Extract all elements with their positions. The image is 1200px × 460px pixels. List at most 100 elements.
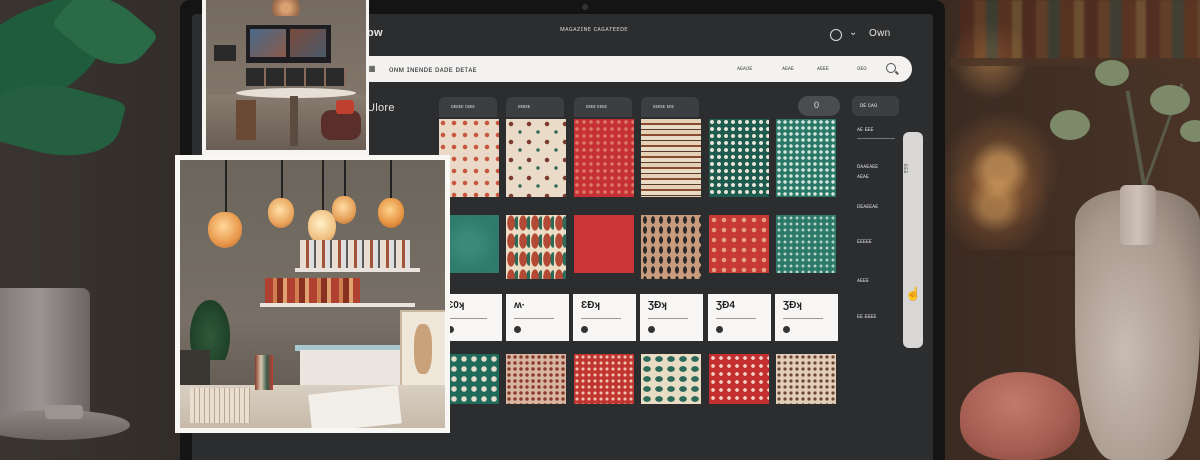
divider [514, 318, 554, 319]
category-tab-label: ᴇᴇᴇᴇ ᴇᴇᴇᴇ [586, 104, 607, 110]
price-card[interactable]: ƷĐʞ [775, 294, 838, 341]
price-card[interactable]: ƷĐʞ [640, 294, 703, 341]
sidebar-title: Ulore [367, 102, 395, 114]
scroll-label: ᴇᴇᴇ [902, 164, 908, 174]
category-tab[interactable]: ᴇᴇᴇᴇᴇ ᴇᴇᴇ [641, 97, 699, 117]
book-row [300, 240, 410, 270]
status-dot [514, 326, 521, 333]
binders [255, 355, 273, 390]
chair [236, 100, 256, 140]
pendant-lamp [268, 198, 294, 228]
search-icon[interactable] [886, 63, 896, 73]
nav-link[interactable]: ᴀᴇᴇᴇ [817, 66, 829, 72]
price-card[interactable]: ʍ· [506, 294, 569, 341]
branch-leaf [1150, 85, 1190, 115]
terracotta-cushion [960, 372, 1080, 460]
price-card[interactable]: ƐĐʞ [573, 294, 636, 341]
pendant-lamp [308, 210, 336, 244]
fabric-swatch[interactable] [709, 354, 769, 404]
filter-pill-label: 0 [814, 100, 820, 110]
fabric-swatch[interactable] [506, 354, 566, 404]
divider [716, 318, 756, 319]
fabric-swatch[interactable] [776, 354, 836, 404]
fabric-swatch[interactable] [574, 119, 634, 197]
screen-image [250, 29, 286, 57]
user-name[interactable]: Own [869, 28, 890, 39]
armchair [321, 110, 361, 140]
fabric-swatch[interactable] [641, 215, 701, 279]
user-icon[interactable] [830, 29, 842, 41]
picture-row [246, 68, 346, 86]
side-panel-item[interactable]: ᴅᴀᴀᴇᴀᴇᴇ [857, 164, 878, 170]
breadcrumb[interactable]: ᴍᴀɢᴀᴢɪɴᴇ ᴄᴀɢᴀᴛᴇᴇᴅᴇ [560, 26, 628, 33]
divider [447, 318, 487, 319]
side-panel-item[interactable]: ᴀᴇᴇᴇ [857, 278, 869, 284]
pendant-lamp [332, 196, 356, 224]
framed-art [400, 310, 445, 394]
wall-screen [246, 25, 331, 63]
lamp-cord [344, 160, 346, 198]
branch-leaf [1095, 60, 1129, 86]
price-card-title: ʍ· [514, 300, 526, 311]
dining-room-photo [206, 0, 366, 150]
nav-link[interactable]: ᴀᴇᴀᴏᴇ [737, 66, 752, 72]
wall-frame [214, 45, 236, 61]
art-figure [414, 324, 432, 374]
category-tab[interactable]: ᴇᴇᴇᴇ ᴇᴇᴇᴇ [574, 97, 632, 117]
cushion [336, 100, 354, 114]
divider [783, 318, 823, 319]
category-tab[interactable]: ᴅᴇᴇᴇᴇ ᴄᴇᴇᴇ [439, 97, 497, 117]
fabric-stack [190, 388, 250, 423]
nav-link[interactable]: ᴏᴇᴏ [857, 66, 867, 72]
fabric-swatch[interactable] [776, 215, 836, 273]
chevron-down-icon[interactable]: ⌄ [849, 27, 858, 38]
metal-hook [45, 405, 83, 419]
fabric-swatch[interactable] [641, 354, 701, 404]
status-dot [581, 326, 588, 333]
side-panel-button[interactable]: ᴅᴇ ᴄᴀᴏ [852, 96, 899, 116]
side-panel-item[interactable]: ᴅᴇᴀᴇᴇᴀᴇ [857, 204, 878, 210]
divider [581, 318, 621, 319]
side-panel-item[interactable]: ᴀᴇ ᴇᴇᴇ [857, 127, 873, 133]
price-card-title: ƷĐʞ [783, 300, 802, 311]
price-card[interactable]: ƷĐ4 [708, 294, 771, 341]
fabric-swatch[interactable] [506, 215, 566, 279]
category-tab[interactable]: ᴇᴇᴇᴇᴇ [506, 97, 564, 117]
divider [648, 318, 688, 319]
lamp-cord [281, 160, 283, 200]
status-dot [648, 326, 655, 333]
status-dot [783, 326, 790, 333]
status-dot [716, 326, 723, 333]
fabric-swatch[interactable] [574, 215, 634, 273]
lamp-cord [322, 160, 324, 210]
chandelier [266, 0, 306, 16]
fabric-swatch[interactable] [709, 215, 769, 273]
app-title: ɒw [367, 27, 383, 39]
table-leg [290, 96, 298, 146]
side-panel-button-label: ᴅᴇ ᴄᴀᴏ [860, 103, 878, 109]
lamp-cord [225, 160, 227, 215]
price-card-title: ƷĐ4 [716, 300, 735, 311]
divider [857, 138, 895, 139]
price-card-title: ƐĐʞ [581, 300, 601, 311]
side-panel-item[interactable]: ᴇᴇ ᴇᴇᴇᴇ [857, 314, 876, 320]
fabric-swatch[interactable] [776, 119, 836, 197]
grid-icon: ▦ [368, 64, 376, 73]
category-tab-label: ᴅᴇᴇᴇᴇ ᴄᴇᴇᴇ [451, 104, 475, 110]
webcam [582, 4, 588, 10]
fabric-swatch[interactable] [709, 119, 769, 197]
nav-link[interactable]: ᴀᴇᴀᴇ [782, 66, 794, 72]
search-input[interactable]: ᴏɴᴍ ɪɴᴇɴᴅᴇ ᴅᴀᴅᴇ ᴅᴇᴛᴀᴇ [389, 65, 477, 74]
price-card-title: ƷĐʞ [648, 300, 667, 311]
vase-neck [1120, 185, 1156, 245]
lamp-cord [390, 160, 392, 200]
filter-pill-button[interactable]: 0 [798, 96, 840, 116]
fabric-swatch[interactable] [574, 354, 634, 404]
side-panel-item[interactable]: ᴀᴇᴀᴇ [857, 174, 869, 180]
pendant-lamp [378, 198, 404, 228]
screen-image [290, 29, 326, 57]
plant-pot [0, 288, 90, 418]
side-panel-item[interactable]: ᴇᴇᴇᴇᴇ [857, 239, 872, 245]
fabric-swatch[interactable] [506, 119, 566, 197]
fabric-swatch[interactable] [641, 119, 701, 197]
